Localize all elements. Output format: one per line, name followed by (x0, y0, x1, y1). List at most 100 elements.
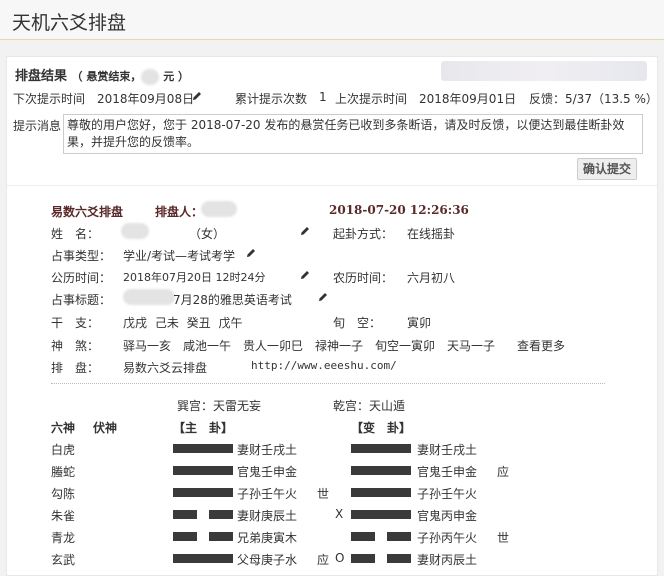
paipan-value: 易数六爻云排盘 (123, 361, 208, 375)
topic-blur (123, 289, 175, 305)
solar-value: 2018年07月20日 12时24分 (123, 271, 266, 284)
view-more-link[interactable]: 查看更多 (517, 337, 565, 354)
result-subtitle-prefix: （ 悬赏结束， (71, 70, 142, 83)
change-yao-yin-segment (351, 554, 375, 563)
col-change-gua: 【变 卦】 (351, 421, 412, 435)
result-card: 排盘结果 （ 悬赏结束， 元 ） 下次提示时间 2018年09月08日 累计提示… (6, 56, 658, 576)
solar-label: 公历时间： (51, 271, 112, 285)
liushen-cell: 螣蛇 (51, 465, 76, 479)
total-hint-value: 1 (319, 90, 327, 104)
last-hint-label: 上次提示时间 (335, 92, 408, 106)
main-yao-text: 兄弟庚寅木 (237, 531, 298, 545)
change-yao-yang-line (351, 444, 411, 453)
change-yao-text: 妻财壬戌土 (417, 443, 478, 457)
liushen-cell: 玄武 (51, 553, 76, 567)
main-gong: 巽宫：天雷无妄 (177, 399, 262, 413)
liushen-cell: 青龙 (51, 531, 76, 545)
main-yao-text: 妻财庚辰土 (237, 509, 298, 523)
message-box[interactable]: 尊敬的用户您好，您于 2018-07-20 发布的悬赏任务已收到多条断语，请及时… (63, 114, 643, 154)
message-label: 提示消息 (13, 119, 62, 133)
moving-yao-mark: O (335, 551, 345, 565)
main-yao-yang-line (173, 466, 233, 475)
edit-type-icon[interactable] (245, 247, 257, 261)
method-label: 起卦方式： (333, 227, 394, 241)
ganzhi-value: 戊戌 己未 癸丑 戊午 (123, 316, 243, 330)
liushen-cell: 勾陈 (51, 487, 76, 501)
change-yao-text: 官鬼丙申金 (417, 509, 478, 523)
site-url[interactable]: http://www.eeeshu.com/ (251, 359, 397, 372)
pan-title: 易数六爻排盘 (51, 205, 124, 219)
total-hint-label: 累计提示次数 (235, 92, 308, 106)
dotted-divider (51, 383, 605, 384)
type-value: 学业/考试—考试考学 (123, 249, 236, 263)
shensha-label: 神 煞： (51, 339, 100, 353)
pan-datetime: 2018-07-20 12:26:36 (329, 203, 469, 217)
result-subtitle-suffix: 元 ） (159, 70, 190, 83)
main-yao-text: 子孙壬午火 (237, 487, 298, 501)
change-yao-text: 妻财丙辰土 (417, 553, 478, 567)
shensha-item: 驿马一亥 (123, 339, 172, 353)
main-yao-yin-segment (173, 510, 197, 519)
lunar-label: 农历时间： (333, 271, 394, 285)
main-shi-ying: 应 (317, 553, 330, 567)
change-yao-text: 子孙壬午火 (417, 487, 478, 501)
shensha-item: 天马一子 (447, 339, 496, 353)
main-yao-yin-segment (173, 532, 197, 541)
main-shi-ying: 世 (317, 487, 330, 501)
ganzhi-label: 干 支： (51, 316, 100, 330)
pan-person-blur (201, 201, 237, 217)
change-yao-yang-line (351, 488, 411, 497)
edit-next-hint-icon[interactable] (191, 90, 203, 104)
xunkong-value: 寅卯 (407, 316, 432, 330)
change-yao-text: 官鬼壬申金 (417, 465, 478, 479)
result-title-text: 排盘结果 (15, 69, 68, 84)
xunkong-label: 旬 空： (333, 316, 382, 330)
blurred-user-info (441, 61, 647, 81)
type-label: 占事类型： (51, 249, 112, 263)
name-blur (121, 223, 149, 239)
result-title: 排盘结果 （ 悬赏结束， 元 ） (15, 65, 189, 85)
app-title: 天机六爻排盘 (12, 12, 127, 34)
topic-value: 7月28的雅思英语考试 (173, 293, 292, 307)
change-yao-yin-segment (351, 532, 375, 541)
main-yao-text: 妻财壬戌土 (237, 443, 298, 457)
shensha-item: 咸池一午 (183, 339, 232, 353)
main-yao-yang-line (173, 444, 233, 453)
change-gong: 乾宫：天山遁 (333, 399, 406, 413)
divider (7, 185, 657, 186)
change-yao-yang-line (351, 466, 411, 475)
edit-solar-icon[interactable] (299, 269, 311, 283)
confirm-submit-button[interactable]: 确认提交 (577, 158, 637, 180)
shensha-item: 禄神一子 (315, 339, 364, 353)
change-shi-ying: 应 (497, 465, 510, 479)
name-value: （女） (189, 227, 226, 241)
change-shi-ying: 世 (497, 531, 510, 545)
top-bar: 天机六爻排盘 (0, 0, 664, 40)
pan-person-label: 排盘人： (155, 205, 204, 219)
change-yao-yin-segment (387, 554, 411, 563)
feedback-rate: 反馈：5/37（13.5 %） (529, 92, 658, 106)
method-value: 在线摇卦 (407, 227, 456, 241)
reward-amount-blur (141, 68, 160, 85)
edit-topic-icon[interactable] (317, 291, 329, 305)
name-label: 姓 名： (51, 227, 100, 241)
col-liushen: 六神 (51, 421, 76, 435)
topic-label: 占事标题： (51, 293, 112, 307)
change-yao-text: 子孙丙午火 (417, 531, 478, 545)
main-yao-yang-line (173, 554, 233, 563)
moving-yao-mark: X (335, 507, 344, 521)
paipan-label: 排 盘： (51, 361, 100, 375)
liushen-cell: 白虎 (51, 443, 76, 457)
shensha-item: 贵人一卯巳 (243, 339, 304, 353)
shensha-item: 旬空一寅卯 (375, 339, 436, 353)
liushen-cell: 朱雀 (51, 509, 76, 523)
edit-name-icon[interactable] (299, 225, 311, 239)
last-hint-value: 2018年09月01日 (419, 92, 517, 106)
col-main-gua: 【主 卦】 (173, 421, 234, 435)
change-yao-yang-line (351, 510, 411, 519)
col-fushen: 伏神 (93, 421, 118, 435)
next-hint-value: 2018年09月08日 (97, 92, 195, 106)
main-yao-yin-segment (209, 510, 233, 519)
main-yao-text: 父母庚子水 (237, 553, 298, 567)
main-yao-yin-segment (209, 532, 233, 541)
